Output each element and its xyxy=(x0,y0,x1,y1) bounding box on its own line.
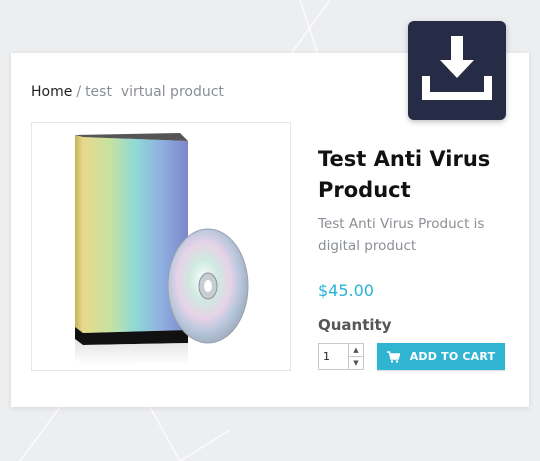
download-button[interactable] xyxy=(408,21,506,120)
product-description: Test Anti Virus Product is digital produ… xyxy=(318,216,485,254)
quantity-stepper: ▲ ▼ xyxy=(318,343,364,370)
breadcrumb: Home / test virtual product xyxy=(31,84,224,100)
product-image[interactable] xyxy=(31,122,291,371)
quantity-spin-buttons: ▲ ▼ xyxy=(348,344,363,369)
software-box-illustration xyxy=(75,133,249,365)
add-to-cart-label: ADD TO CART xyxy=(409,350,496,363)
chevron-up-icon: ▲ xyxy=(353,346,359,354)
product-price: $45.00 xyxy=(318,281,374,300)
breadcrumb-separator: / xyxy=(76,84,82,100)
quantity-decrease-button[interactable]: ▼ xyxy=(349,357,363,369)
breadcrumb-current: test virtual product xyxy=(85,84,224,100)
download-icon xyxy=(420,35,494,106)
shopping-cart-icon xyxy=(386,350,400,363)
chevron-down-icon: ▼ xyxy=(353,359,359,367)
add-to-cart-button[interactable]: ADD TO CART xyxy=(377,343,505,370)
quantity-label: Quantity xyxy=(318,316,392,334)
product-title: Test Anti Virus Product xyxy=(318,147,491,202)
quantity-increase-button[interactable]: ▲ xyxy=(349,344,363,357)
breadcrumb-home-link[interactable]: Home xyxy=(31,84,72,100)
